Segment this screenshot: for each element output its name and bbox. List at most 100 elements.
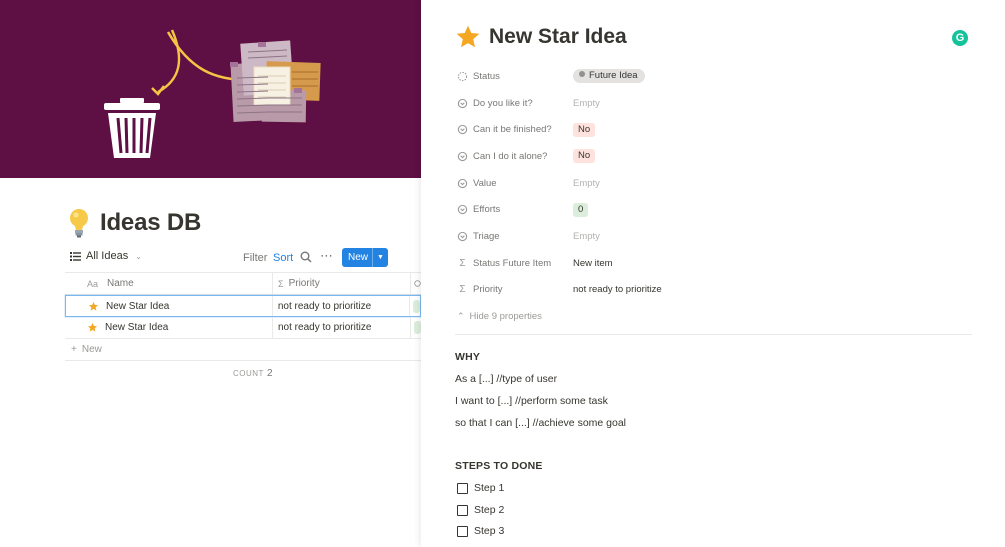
star-icon — [88, 301, 99, 311]
select-icon — [457, 125, 468, 135]
row-name: New Star Idea — [106, 300, 170, 312]
row-priority-cell[interactable]: not ready to prioritize — [273, 317, 411, 338]
property-can-i-do-it-alone[interactable]: Can I do it alone? No — [457, 143, 977, 170]
status-dot — [579, 71, 585, 78]
property-value[interactable]: Empty — [573, 231, 600, 242]
add-row-button[interactable]: + New — [65, 339, 421, 361]
property-value[interactable]: not ready to prioritize — [573, 284, 662, 295]
more-options-button[interactable]: ⋯ — [320, 248, 334, 264]
page-peek-panel: G New Star Idea Status Future Idea Do yo… — [421, 0, 1005, 547]
property-name[interactable]: Value — [457, 178, 573, 189]
new-button[interactable]: New ▼ — [342, 248, 388, 267]
cover-illustration — [104, 29, 321, 158]
property-value[interactable]: New item — [573, 258, 613, 269]
row-priority: not ready to prioritize — [277, 300, 372, 312]
column-header-name[interactable]: Aa Name — [65, 273, 273, 294]
heading-steps-to-done[interactable]: STEPS TO DONE — [455, 460, 543, 472]
hide-properties-button[interactable]: ⌃ Hide 9 properties — [457, 303, 977, 329]
view-label: All Ideas — [86, 250, 129, 262]
checkbox[interactable] — [457, 504, 468, 516]
chevron-down-icon: ⌄ — [135, 251, 142, 261]
property-name[interactable]: Σ Status Future Item — [457, 258, 573, 269]
property-name[interactable]: Can I do it alone? — [457, 151, 573, 162]
new-button-label: New — [348, 252, 369, 263]
table-row[interactable]: New Star Idea not ready to prioritize — [65, 295, 421, 317]
property-label: Value — [473, 177, 497, 189]
property-name[interactable]: Efforts — [457, 204, 573, 215]
property-label: Triage — [473, 230, 500, 242]
database-toolbar: All Ideas ⌄ Filter Sort ⋯ New ▼ — [66, 248, 421, 268]
checkbox[interactable] — [457, 482, 468, 494]
property-value[interactable]: Empty — [573, 178, 600, 189]
property-value[interactable]: Empty — [573, 98, 600, 109]
status-icon — [457, 71, 468, 82]
property-value[interactable]: No — [573, 122, 596, 137]
property-value[interactable]: 0 — [573, 202, 589, 217]
database-title: Ideas DB — [68, 208, 201, 238]
property-triage[interactable]: Triage Empty — [457, 223, 977, 250]
todo-item[interactable]: Step 3 — [457, 525, 504, 537]
property-name[interactable]: Σ Priority — [457, 284, 573, 295]
table-header: Aa Name Σ Priority — [65, 272, 421, 295]
property-value[interactable]: No — [573, 149, 596, 164]
list-icon — [70, 251, 81, 261]
property-status[interactable]: Status Future Idea — [457, 63, 977, 90]
property-name[interactable]: Can it be finished? — [457, 124, 573, 135]
grammarly-icon[interactable]: G — [952, 30, 968, 46]
property-do-you-like-it[interactable]: Do you like it? Empty — [457, 90, 977, 117]
column-label: Name — [107, 278, 134, 289]
property-status-future-item[interactable]: Σ Status Future Item New item — [457, 250, 977, 277]
status-value[interactable]: Future Idea — [573, 69, 645, 84]
view-tab-all-ideas[interactable]: All Ideas ⌄ — [70, 250, 142, 262]
chevron-up-icon: ⌃ — [457, 310, 465, 321]
property-label: Can it be finished? — [473, 124, 552, 136]
row-priority: not ready to prioritize — [278, 322, 372, 333]
select-icon — [457, 231, 468, 242]
sort-button[interactable]: Sort — [273, 252, 293, 264]
property-priority[interactable]: Σ Priority not ready to prioritize — [457, 277, 977, 304]
property-value[interactable]: Value Empty — [457, 170, 977, 197]
row-priority-cell[interactable]: not ready to prioritize — [273, 296, 411, 316]
row-name-cell[interactable]: New Star Idea — [65, 317, 273, 338]
property-label: Status — [473, 70, 500, 82]
property-label: Can I do it alone? — [473, 150, 548, 162]
select-icon — [457, 98, 468, 108]
text-block[interactable]: I want to [...] //perform some task — [455, 395, 608, 407]
select-icon — [457, 151, 468, 162]
todo-item[interactable]: Step 2 — [457, 504, 504, 516]
heading-why[interactable]: WHY — [455, 351, 480, 363]
select-type-icon — [414, 280, 421, 287]
property-name[interactable]: Triage — [457, 231, 573, 242]
todo-label[interactable]: Step 2 — [474, 504, 504, 516]
row-overflow-cell[interactable] — [411, 317, 421, 338]
row-name-cell[interactable]: New Star Idea — [66, 296, 273, 316]
filter-button[interactable]: Filter — [243, 252, 267, 264]
column-header-priority[interactable]: Σ Priority — [273, 273, 411, 294]
row-name: New Star Idea — [105, 322, 169, 333]
star-icon[interactable] — [455, 24, 481, 50]
text-block[interactable]: As a [...] //type of user — [455, 373, 557, 385]
property-can-it-be-finished[interactable]: Can it be finished? No — [457, 116, 977, 143]
cover-image — [0, 0, 421, 178]
todo-item[interactable]: Step 1 — [457, 482, 504, 494]
add-row-label: New — [81, 344, 102, 355]
checkbox[interactable] — [457, 525, 468, 537]
todo-label[interactable]: Step 1 — [474, 482, 504, 494]
property-efforts[interactable]: Efforts 0 — [457, 196, 977, 223]
column-header-overflow[interactable] — [411, 273, 421, 294]
star-icon — [87, 322, 98, 332]
status-text: Future Idea — [589, 70, 638, 82]
count-summary[interactable]: COUNT 2 — [233, 368, 273, 379]
text-block[interactable]: so that I can [...] //achieve some goal — [455, 417, 626, 429]
property-name[interactable]: Status — [457, 71, 573, 82]
row-overflow-cell[interactable] — [410, 296, 420, 316]
select-icon — [457, 205, 468, 215]
search-icon[interactable] — [300, 251, 312, 263]
chevron-down-icon[interactable]: ▼ — [373, 254, 384, 261]
text-type-icon: Aa — [87, 278, 99, 289]
todo-label[interactable]: Step 3 — [474, 525, 504, 537]
property-name[interactable]: Do you like it? — [457, 98, 573, 109]
formula-icon: Σ — [459, 284, 466, 296]
table-row[interactable]: New Star Idea not ready to prioritize — [65, 317, 421, 339]
page-title[interactable]: New Star Idea — [489, 25, 627, 49]
